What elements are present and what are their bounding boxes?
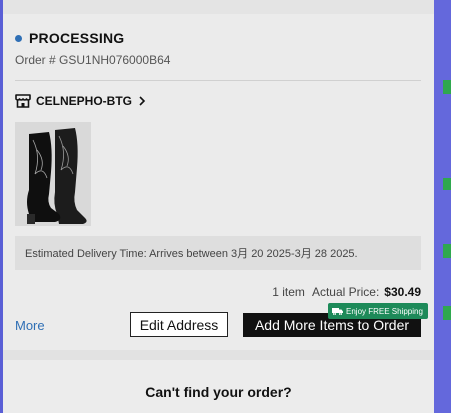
actual-price-value: $30.49 xyxy=(384,285,421,299)
side-marker xyxy=(443,244,451,258)
divider xyxy=(15,80,421,81)
side-scroll-bar xyxy=(434,0,451,413)
delivery-text: Estimated Delivery Time: Arrives between… xyxy=(25,248,358,260)
top-strip xyxy=(3,0,434,14)
edit-address-button[interactable]: Edit Address xyxy=(130,312,228,337)
product-thumbnail[interactable] xyxy=(15,122,91,226)
delivery-estimate: Estimated Delivery Time: Arrives between… xyxy=(15,236,421,270)
free-shipping-badge: Enjoy FREE Shipping xyxy=(328,303,428,319)
cant-find-order-heading: Can't find your order? xyxy=(145,384,292,400)
free-shipping-text: Enjoy FREE Shipping xyxy=(346,306,423,316)
more-link[interactable]: More xyxy=(15,318,45,333)
side-marker xyxy=(443,80,451,94)
status-dot-icon xyxy=(15,34,22,42)
side-marker xyxy=(443,178,451,190)
boot-image xyxy=(15,122,91,226)
items-count: 1 item xyxy=(272,285,305,299)
side-marker xyxy=(443,306,451,320)
price-summary: 1 item Actual Price: $30.49 xyxy=(272,285,421,299)
store-link[interactable]: CELNEPHO-BTG xyxy=(15,94,146,108)
chevron-right-icon xyxy=(139,96,146,106)
store-icon xyxy=(15,94,31,108)
order-number: Order # GSU1NH076000B64 xyxy=(15,53,171,67)
actual-price-label: Actual Price: xyxy=(311,285,380,299)
order-status: PROCESSING xyxy=(15,30,124,46)
truck-icon xyxy=(332,308,343,315)
section-separator xyxy=(3,350,434,360)
status-label: PROCESSING xyxy=(29,30,125,46)
store-name: CELNEPHO-BTG xyxy=(36,94,132,108)
orders-page: PROCESSING Order # GSU1NH076000B64 CELNE… xyxy=(3,0,434,413)
